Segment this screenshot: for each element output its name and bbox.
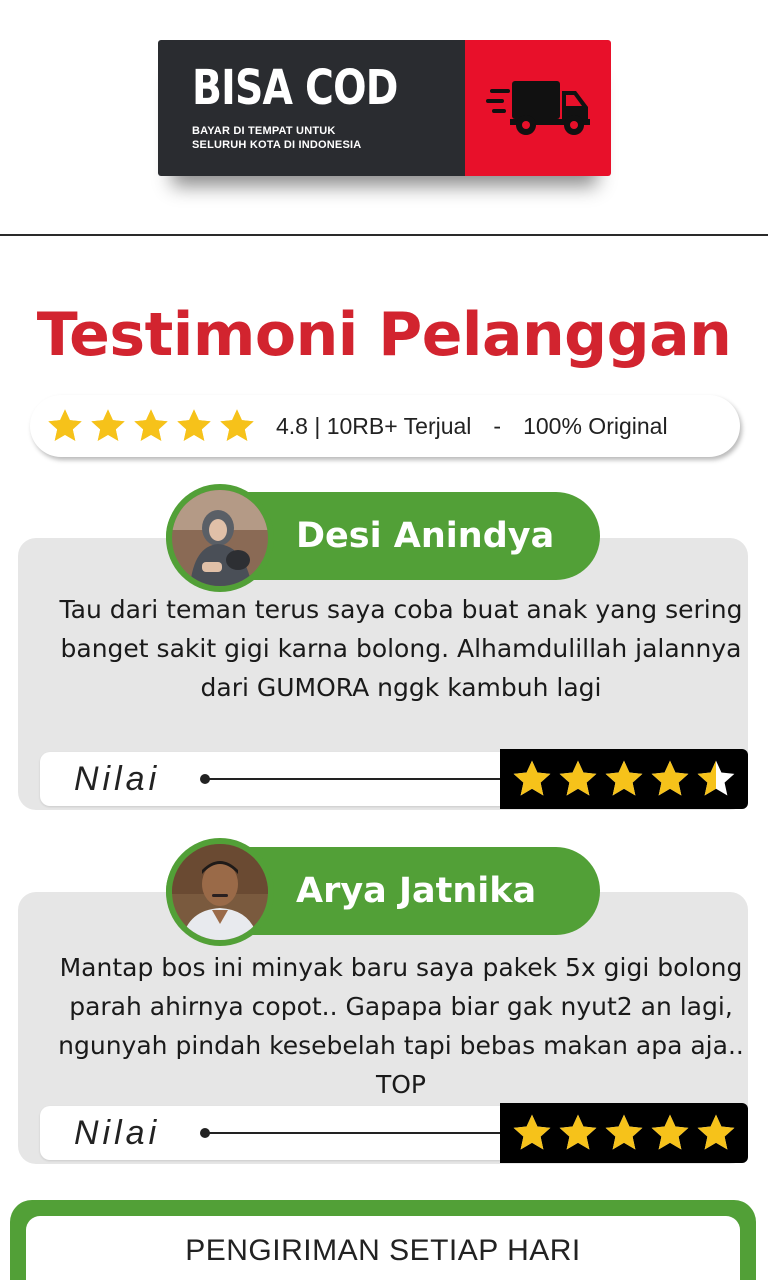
avatar-photo <box>172 490 268 586</box>
cod-banner-text-panel: BISA COD BAYAR DI TEMPAT UNTUK SELURUH K… <box>158 40 465 176</box>
star-icon <box>134 409 168 441</box>
cod-subtitle-line1: BAYAR DI TEMPAT UNTUK <box>192 125 336 137</box>
star-icon <box>697 1114 735 1150</box>
star-icon <box>177 409 211 441</box>
rating-stars-box <box>500 749 748 809</box>
rating-label: Nilai <box>74 1113 161 1152</box>
cod-title: BISA COD <box>192 60 398 116</box>
rating-summary-text: 4.8 | 10RB+ Terjual - 100% Original <box>276 413 668 440</box>
star-icon <box>220 409 254 441</box>
star-icon <box>513 1114 551 1150</box>
cod-icon-panel <box>465 40 611 176</box>
review-text: Mantap bos ini minyak baru saya pakek 5x… <box>58 953 744 1099</box>
avatar-photo <box>172 844 268 940</box>
section-divider <box>0 234 768 236</box>
star-icon <box>605 1114 643 1150</box>
shipping-label: PENGIRIMAN SETIAP HARI <box>26 1216 740 1280</box>
rating-label: Nilai <box>74 759 161 798</box>
page-title: Testimoni Pelanggan <box>36 300 732 370</box>
reviewer-name: Desi Anindya <box>296 516 555 556</box>
rating-stars <box>46 407 276 445</box>
cod-subtitle-line2: SELURUH KOTA DI INDONESIA <box>192 139 362 151</box>
shipping-box: PENGIRIMAN SETIAP HARI <box>10 1200 756 1280</box>
star-icon <box>605 760 643 796</box>
star-icon <box>513 760 551 796</box>
original-badge: 100% Original <box>523 412 668 439</box>
sales-summary: 4.8 | 10RB+ Terjual <box>276 412 472 439</box>
rating-stars-box <box>500 1103 748 1163</box>
star-icon <box>91 409 125 441</box>
rating-summary-pill: 4.8 | 10RB+ Terjual - 100% Original <box>30 395 740 457</box>
avatar <box>166 838 274 946</box>
rating-bar: Nilai <box>40 1106 520 1160</box>
delivery-truck-icon <box>486 81 590 135</box>
review-text: Tau dari teman terus saya coba buat anak… <box>59 595 743 702</box>
star-icon <box>651 1114 689 1150</box>
reviewer-name: Arya Jatnika <box>296 871 537 911</box>
star-icon <box>48 409 82 441</box>
rating-line <box>202 778 520 780</box>
star-icon <box>651 760 689 796</box>
cod-subtitle: BAYAR DI TEMPAT UNTUK SELURUH KOTA DI IN… <box>192 124 465 152</box>
star-icon <box>697 760 735 796</box>
star-icon <box>559 1114 597 1150</box>
star-icon <box>559 760 597 796</box>
cod-banner: BISA COD BAYAR DI TEMPAT UNTUK SELURUH K… <box>158 40 611 176</box>
avatar <box>166 484 274 592</box>
rating-line <box>202 1132 520 1134</box>
summary-separator: - <box>493 412 502 439</box>
rating-bar: Nilai <box>40 752 520 806</box>
